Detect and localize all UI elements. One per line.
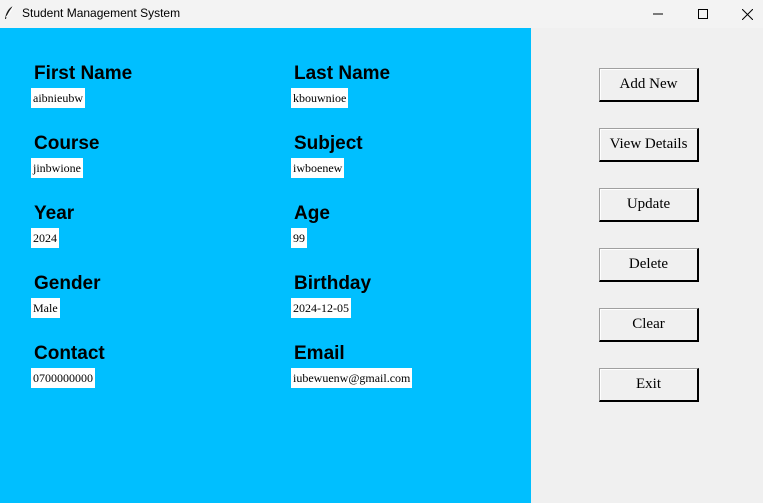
age-field: Age 99 <box>291 203 330 248</box>
last-name-field: Last Name kbouwnioe <box>291 63 390 108</box>
first-name-field: First Name aibnieubw <box>31 63 132 108</box>
age-value[interactable]: 99 <box>291 228 307 248</box>
year-value[interactable]: 2024 <box>31 228 59 248</box>
first-name-value[interactable]: aibnieubw <box>31 88 85 108</box>
gender-value[interactable]: Male <box>31 298 60 318</box>
delete-button[interactable]: Delete <box>599 248 699 282</box>
gender-label: Gender <box>34 273 101 294</box>
update-button[interactable]: Update <box>599 188 699 222</box>
clear-button[interactable]: Clear <box>599 308 699 342</box>
email-value[interactable]: iubewuenw@gmail.com <box>291 368 413 388</box>
subject-value[interactable]: iwboenew <box>291 158 345 178</box>
add-new-button[interactable]: Add New <box>599 68 699 102</box>
maximize-icon <box>698 9 708 19</box>
student-form-panel: First Name aibnieubw Last Name kbouwnioe… <box>0 28 531 503</box>
birthday-label: Birthday <box>294 273 372 294</box>
close-button[interactable] <box>724 0 763 28</box>
contact-value[interactable]: 0700000000 <box>31 368 95 388</box>
birthday-value[interactable]: 2024-12-05 <box>291 298 351 318</box>
maximize-button[interactable] <box>680 0 726 28</box>
contact-field: Contact 0700000000 <box>31 343 105 388</box>
close-icon <box>741 8 753 20</box>
last-name-label: Last Name <box>294 63 391 84</box>
year-field: Year 2024 <box>31 203 74 248</box>
feather-icon <box>5 5 14 19</box>
subject-label: Subject <box>294 133 363 154</box>
course-label: Course <box>34 133 100 154</box>
window-title: Student Management System <box>22 6 181 20</box>
view-details-button[interactable]: View Details <box>599 128 699 162</box>
gender-field: Gender Male <box>31 273 101 318</box>
contact-label: Contact <box>34 343 105 364</box>
birthday-field: Birthday 2024-12-05 <box>291 273 371 318</box>
exit-button[interactable]: Exit <box>599 368 699 402</box>
first-name-label: First Name <box>34 63 133 84</box>
minimize-icon <box>653 13 663 15</box>
year-label: Year <box>34 203 75 224</box>
age-label: Age <box>294 203 330 224</box>
course-value[interactable]: jinbwione <box>31 158 83 178</box>
email-label: Email <box>294 343 345 364</box>
course-field: Course jinbwione <box>31 133 99 178</box>
email-field: Email iubewuenw@gmail.com <box>291 343 413 388</box>
minimize-button[interactable] <box>635 0 681 28</box>
window-titlebar: Student Management System <box>0 0 763 28</box>
subject-field: Subject iwboenew <box>291 133 363 178</box>
last-name-value[interactable]: kbouwnioe <box>291 88 349 108</box>
